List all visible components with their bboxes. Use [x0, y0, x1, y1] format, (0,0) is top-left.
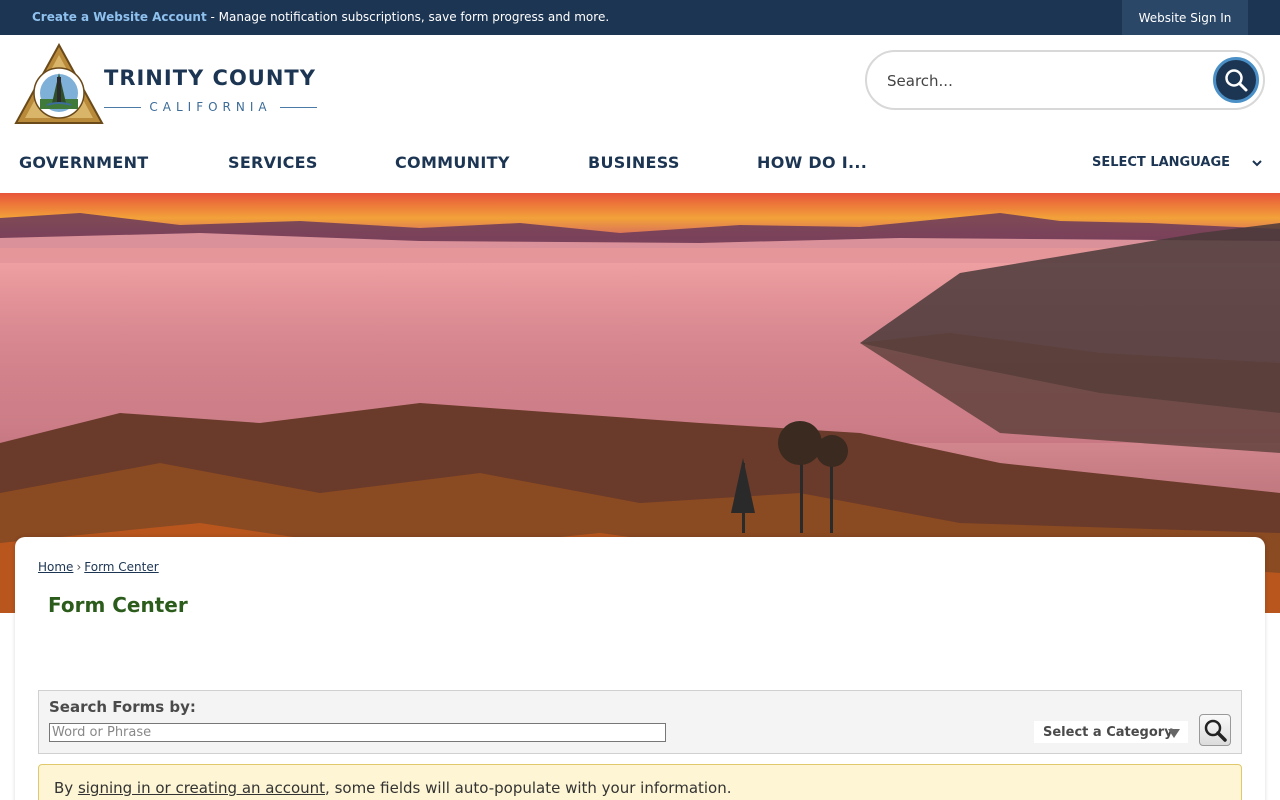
site-header: TRINITY COUNTY CALIFORNIA GOVERNMENT SER… — [0, 35, 1280, 193]
sign-in-link[interactable]: signing in or creating an account — [78, 779, 325, 797]
form-search-button[interactable] — [1199, 714, 1231, 746]
breadcrumb: Home › Form Center — [38, 560, 159, 574]
notice-message: By signing in or creating an account, so… — [54, 779, 732, 797]
website-sign-in-button[interactable]: Website Sign In — [1122, 0, 1248, 35]
select-language-label: SELECT LANGUAGE — [1091, 155, 1230, 170]
content-card: Home › Form Center Form Center Search Form… — [15, 537, 1265, 800]
state-subtitle: CALIFORNIA — [104, 100, 318, 114]
nav-how-do-i[interactable]: HOW DO I... — [757, 153, 867, 172]
nav-community[interactable]: COMMUNITY — [395, 153, 510, 172]
form-search-panel: Search Forms by: Select a Category — [38, 690, 1242, 754]
nav-government[interactable]: GOVERNMENT — [19, 153, 148, 172]
breadcrumb-separator: › — [76, 560, 82, 574]
category-select-label: Select a Category — [1043, 724, 1173, 740]
notice-prefix: By — [54, 779, 78, 797]
breadcrumb-form-center[interactable]: Form Center — [84, 560, 158, 574]
promo-text: - Manage notification subscriptions, sav… — [206, 10, 610, 24]
site-search-input[interactable] — [887, 69, 1207, 93]
search-icon — [1204, 719, 1227, 742]
top-bar: Create a Website Account - Manage notifi… — [0, 0, 1280, 35]
county-seal-icon — [14, 43, 104, 124]
create-account-link[interactable]: Create a Website Account — [32, 10, 207, 24]
form-search-input[interactable] — [49, 723, 666, 742]
select-language[interactable]: SELECT LANGUAGE — [1092, 155, 1262, 170]
notice-suffix: , some fields will auto-populate with yo… — [325, 779, 732, 797]
account-promo: Create a Website Account - Manage notifi… — [32, 10, 609, 24]
search-button[interactable] — [1213, 57, 1259, 103]
divider — [279, 106, 318, 108]
page-title: Form Center — [48, 593, 188, 617]
main-nav: GOVERNMENT SERVICES COMMUNITY BUSINESS H… — [0, 150, 1280, 180]
chevron-down-icon — [1252, 159, 1262, 166]
dropdown-arrow-icon — [1168, 729, 1180, 738]
state-name: CALIFORNIA — [149, 100, 272, 114]
sign-in-notice: By signing in or creating an account, so… — [38, 764, 1242, 800]
breadcrumb-home[interactable]: Home — [38, 560, 73, 574]
search-icon — [1225, 69, 1248, 92]
nav-services[interactable]: SERVICES — [228, 153, 318, 172]
divider — [104, 106, 142, 108]
nav-business[interactable]: BUSINESS — [588, 153, 680, 172]
category-select[interactable]: Select a Category — [1034, 721, 1188, 743]
county-name: TRINITY COUNTY — [104, 66, 316, 90]
site-search — [865, 50, 1265, 110]
site-logo[interactable]: TRINITY COUNTY CALIFORNIA — [14, 43, 319, 125]
search-forms-label: Search Forms by: — [49, 698, 196, 716]
